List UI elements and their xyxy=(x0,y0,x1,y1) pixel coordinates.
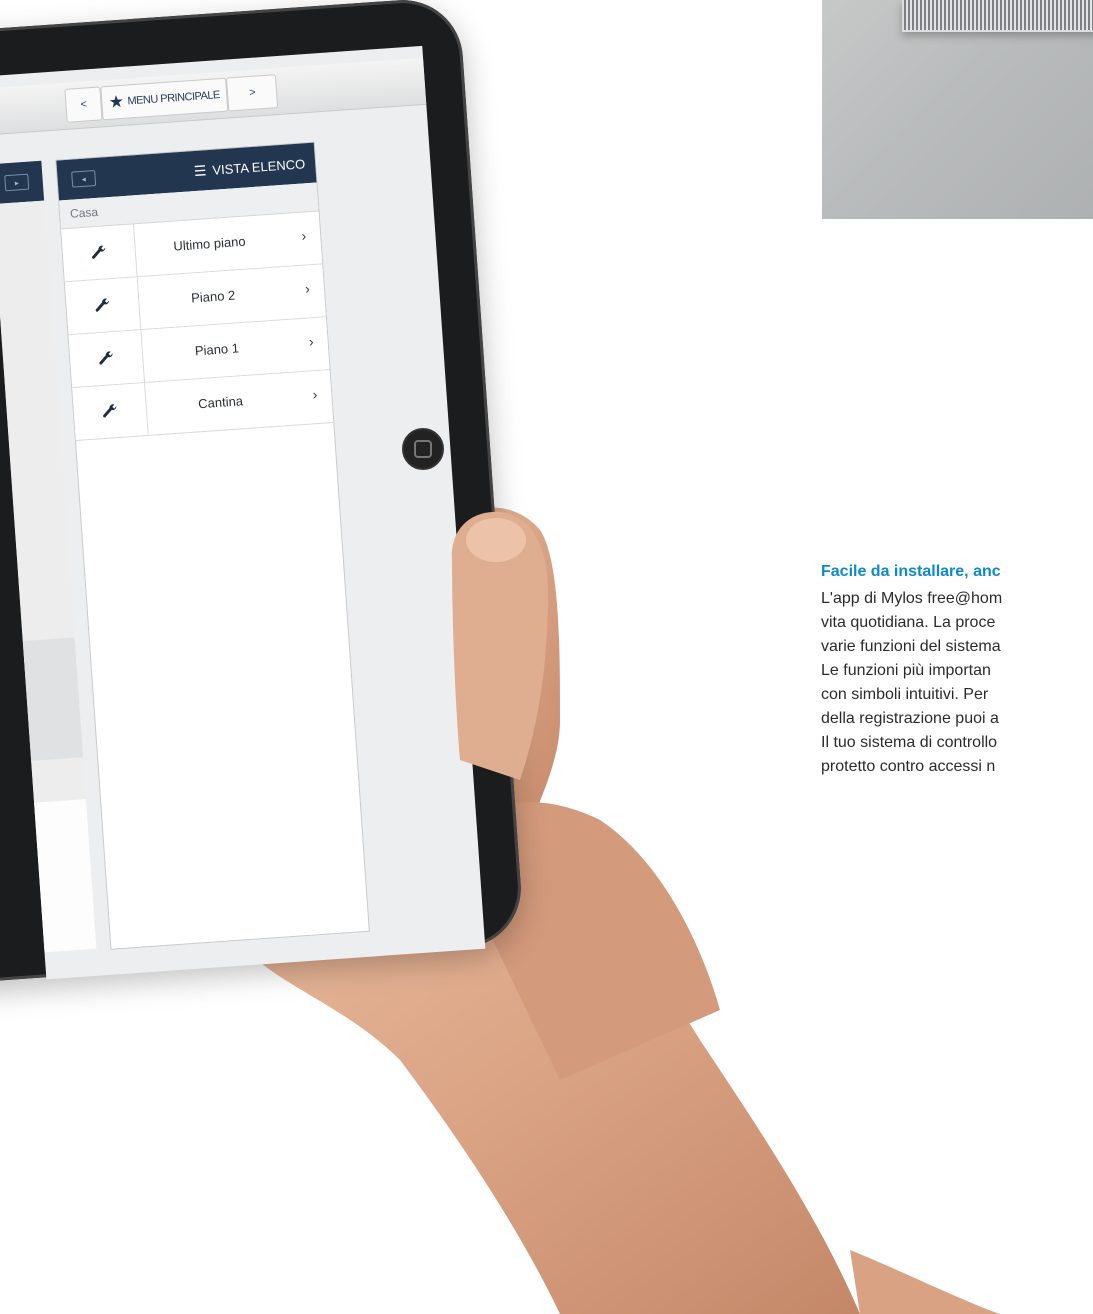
paragraph-line: L'app di Mylos free@hom xyxy=(821,590,1003,607)
paragraph-line: protetto contro accessi n xyxy=(821,758,996,775)
paragraph-line: varie funzioni del sistema xyxy=(821,638,1001,655)
section-heading: Facile da installare, anc xyxy=(821,563,1001,580)
paragraph-line: con simboli intuitivi. Per xyxy=(821,686,989,703)
paragraph-line: vita quotidiana. La proce xyxy=(821,614,996,631)
paragraph-line: della registrazione puoi a xyxy=(821,710,999,727)
paragraph-line: Il tuo sistema di controllo xyxy=(821,734,998,751)
feature-description: Facile da installare, anc L'app di Mylos… xyxy=(821,563,1093,779)
paragraph-line: Le funzioni più importan xyxy=(821,662,991,679)
